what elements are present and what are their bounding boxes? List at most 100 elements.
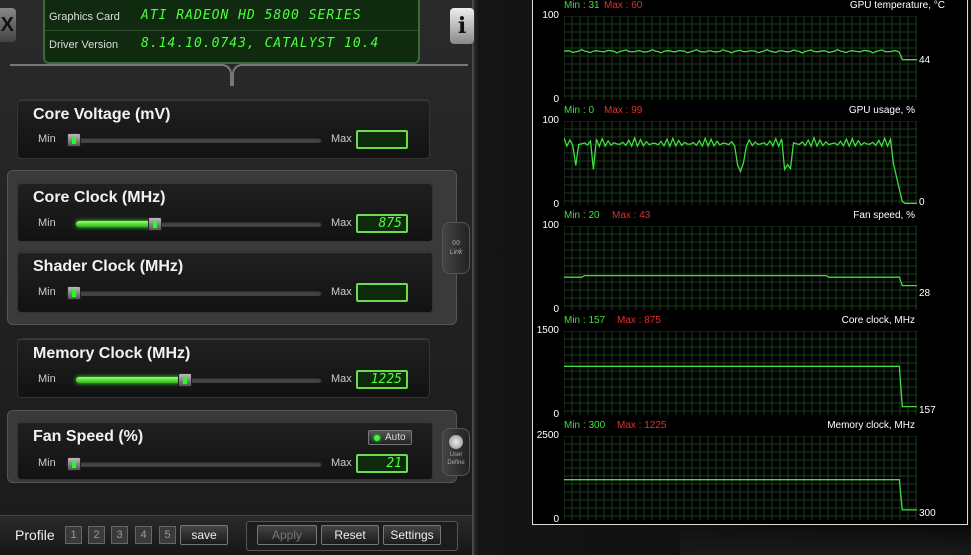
core-voltage-slider[interactable] [66, 137, 322, 143]
shader-clock-value[interactable] [356, 283, 408, 302]
graphics-card-value: ATI RADEON HD 5800 SERIES [141, 8, 362, 23]
core-clock-slider-fill [76, 221, 156, 227]
info-button[interactable]: i [450, 8, 474, 44]
profile-4-button[interactable]: 4 [135, 526, 152, 544]
memory-clock-value[interactable]: 1225 [356, 370, 408, 389]
gpu-temperature-y-max: 100 [542, 10, 559, 21]
min-label: Min [38, 217, 56, 229]
memory-clock-slider-fill [76, 377, 186, 383]
settings-button[interactable]: Settings [383, 525, 441, 545]
gpu-usage-y-min: 0 [553, 199, 559, 210]
bottom-toolbar: Profile 1 2 3 4 5 save Apply Reset Setti… [0, 515, 472, 555]
fan-speed-plot [564, 226, 917, 310]
fan-speed-max-text: Max : 43 [612, 210, 651, 221]
profile-2-button[interactable]: 2 [88, 526, 105, 544]
link-button[interactable]: ∞ Link [442, 222, 470, 274]
link-chain-icon: ∞ [451, 235, 461, 249]
min-label: Min [38, 133, 56, 145]
memory-clock-current-value: 300 [919, 508, 936, 519]
shader-clock-card: Shader Clock (MHz) Min Max [17, 251, 433, 313]
gpu-usage-title: GPU usage, % [848, 105, 915, 116]
divider [232, 64, 468, 86]
max-label: Max [331, 133, 352, 145]
gpu-usage-max-text: Max : 99 [604, 105, 643, 116]
fan-speed-y-max: 100 [542, 220, 559, 231]
gpu-temperature-current-value: 44 [919, 55, 931, 66]
divider [10, 64, 232, 86]
gpu-info-box: Graphics Card ATI RADEON HD 5800 SERIES … [43, 0, 420, 64]
hardware-monitor[interactable]: Min : 31 Max : 60 GPU temperature, °C 100 0 4… [532, 0, 968, 525]
apply-button[interactable]: Apply [257, 525, 317, 545]
memory-clock-min-text: Min : 300 [564, 420, 606, 431]
shader-clock-slider[interactable] [66, 290, 322, 296]
min-label: Min [38, 286, 56, 298]
memory-clock-y-max: 2500 [536, 430, 559, 441]
fan-speed-current-value: 28 [919, 288, 931, 299]
core-clock-y-max: 1500 [536, 325, 559, 336]
gpu-temperature-min-text: Min : 31 [564, 0, 600, 11]
panel-edge [472, 0, 480, 555]
core-voltage-slider-handle[interactable] [67, 133, 81, 147]
logo-icon: X [0, 8, 16, 42]
core-clock-value[interactable]: 875 [356, 214, 408, 233]
core-voltage-card: Core Voltage (mV) Min Max [17, 99, 430, 159]
gpu-usage-plot [564, 121, 917, 205]
max-label: Max [331, 217, 352, 229]
driver-version-value: 8.14.10.0743, CATALYST 10.4 [141, 36, 380, 51]
memory-clock-slider-handle[interactable] [178, 373, 192, 387]
min-label: Min [38, 373, 56, 385]
gear-icon [449, 435, 463, 449]
driver-version-label: Driver Version [49, 39, 119, 51]
memory-clock-y-min: 0 [553, 514, 559, 525]
memory-clock-plot [564, 436, 917, 520]
auto-label: Auto [385, 432, 406, 443]
profile-label: Profile [15, 527, 55, 543]
gpu-temperature-title: GPU temperature, °C [849, 0, 945, 11]
memory-clock-title: Memory clock, MHz [827, 420, 915, 431]
core-clock-title: Core Clock (MHz) [33, 189, 166, 206]
fan-speed-title: Fan Speed (%) [33, 428, 144, 445]
core-clock-title: Core clock, MHz [841, 315, 915, 326]
graphics-card-label: Graphics Card [49, 11, 120, 23]
gpu-temperature-plot [564, 16, 917, 100]
core-clock-current-value: 157 [919, 405, 936, 416]
min-label: Min [38, 457, 56, 469]
max-label: Max [331, 457, 352, 469]
memory-clock-card: Memory Clock (MHz) Min Max 1225 [17, 338, 430, 398]
core-voltage-value[interactable] [356, 130, 408, 149]
core-clock-y-min: 0 [553, 409, 559, 420]
profile-3-button[interactable]: 3 [111, 526, 128, 544]
save-button[interactable]: save [180, 525, 228, 545]
shader-clock-title: Shader Clock (MHz) [33, 258, 184, 275]
shader-clock-slider-handle[interactable] [67, 286, 81, 300]
core-clock-plot [564, 331, 917, 415]
fan-speed-value[interactable]: 21 [356, 454, 408, 473]
max-label: Max [331, 286, 352, 298]
core-clock-graph: Min : 157 Max : 875 Core clock, MHz 1500 0 15… [533, 315, 967, 420]
user-define-button[interactable]: User Define [442, 428, 470, 476]
memory-clock-title: Memory Clock (MHz) [33, 345, 191, 362]
core-voltage-title: Core Voltage (mV) [33, 106, 171, 123]
profile-1-button[interactable]: 1 [65, 526, 82, 544]
core-clock-min-text: Min : 157 [564, 315, 606, 326]
fan-speed-slider[interactable] [66, 461, 322, 467]
led-icon [374, 435, 380, 441]
gpu-temperature-max-text: Max : 60 [604, 0, 643, 11]
fan-speed-min-text: Min : 20 [564, 210, 600, 221]
auto-fan-button[interactable]: Auto [368, 430, 412, 445]
memory-clock-max-text: Max : 1225 [617, 420, 667, 431]
gpu-temperature-y-min: 0 [553, 94, 559, 105]
core-clock-slider-handle[interactable] [148, 217, 162, 231]
reset-button[interactable]: Reset [321, 525, 379, 545]
gpu-temperature-graph: Min : 31 Max : 60 GPU temperature, °C 100 0 4… [533, 0, 967, 105]
user-define-label: User Define [447, 452, 465, 466]
gpu-usage-y-max: 100 [542, 115, 559, 126]
max-label: Max [331, 373, 352, 385]
gpu-usage-current-value: 0 [919, 197, 925, 208]
link-label: Link [449, 249, 463, 256]
memory-clock-graph: Min : 300 Max : 1225 Memory clock, MHz 2500… [533, 420, 967, 525]
core-clock-max-text: Max : 875 [617, 315, 661, 326]
fan-speed-slider-handle[interactable] [67, 457, 81, 471]
fan-speed-title: Fan speed, % [853, 210, 915, 221]
profile-5-button[interactable]: 5 [159, 526, 176, 544]
